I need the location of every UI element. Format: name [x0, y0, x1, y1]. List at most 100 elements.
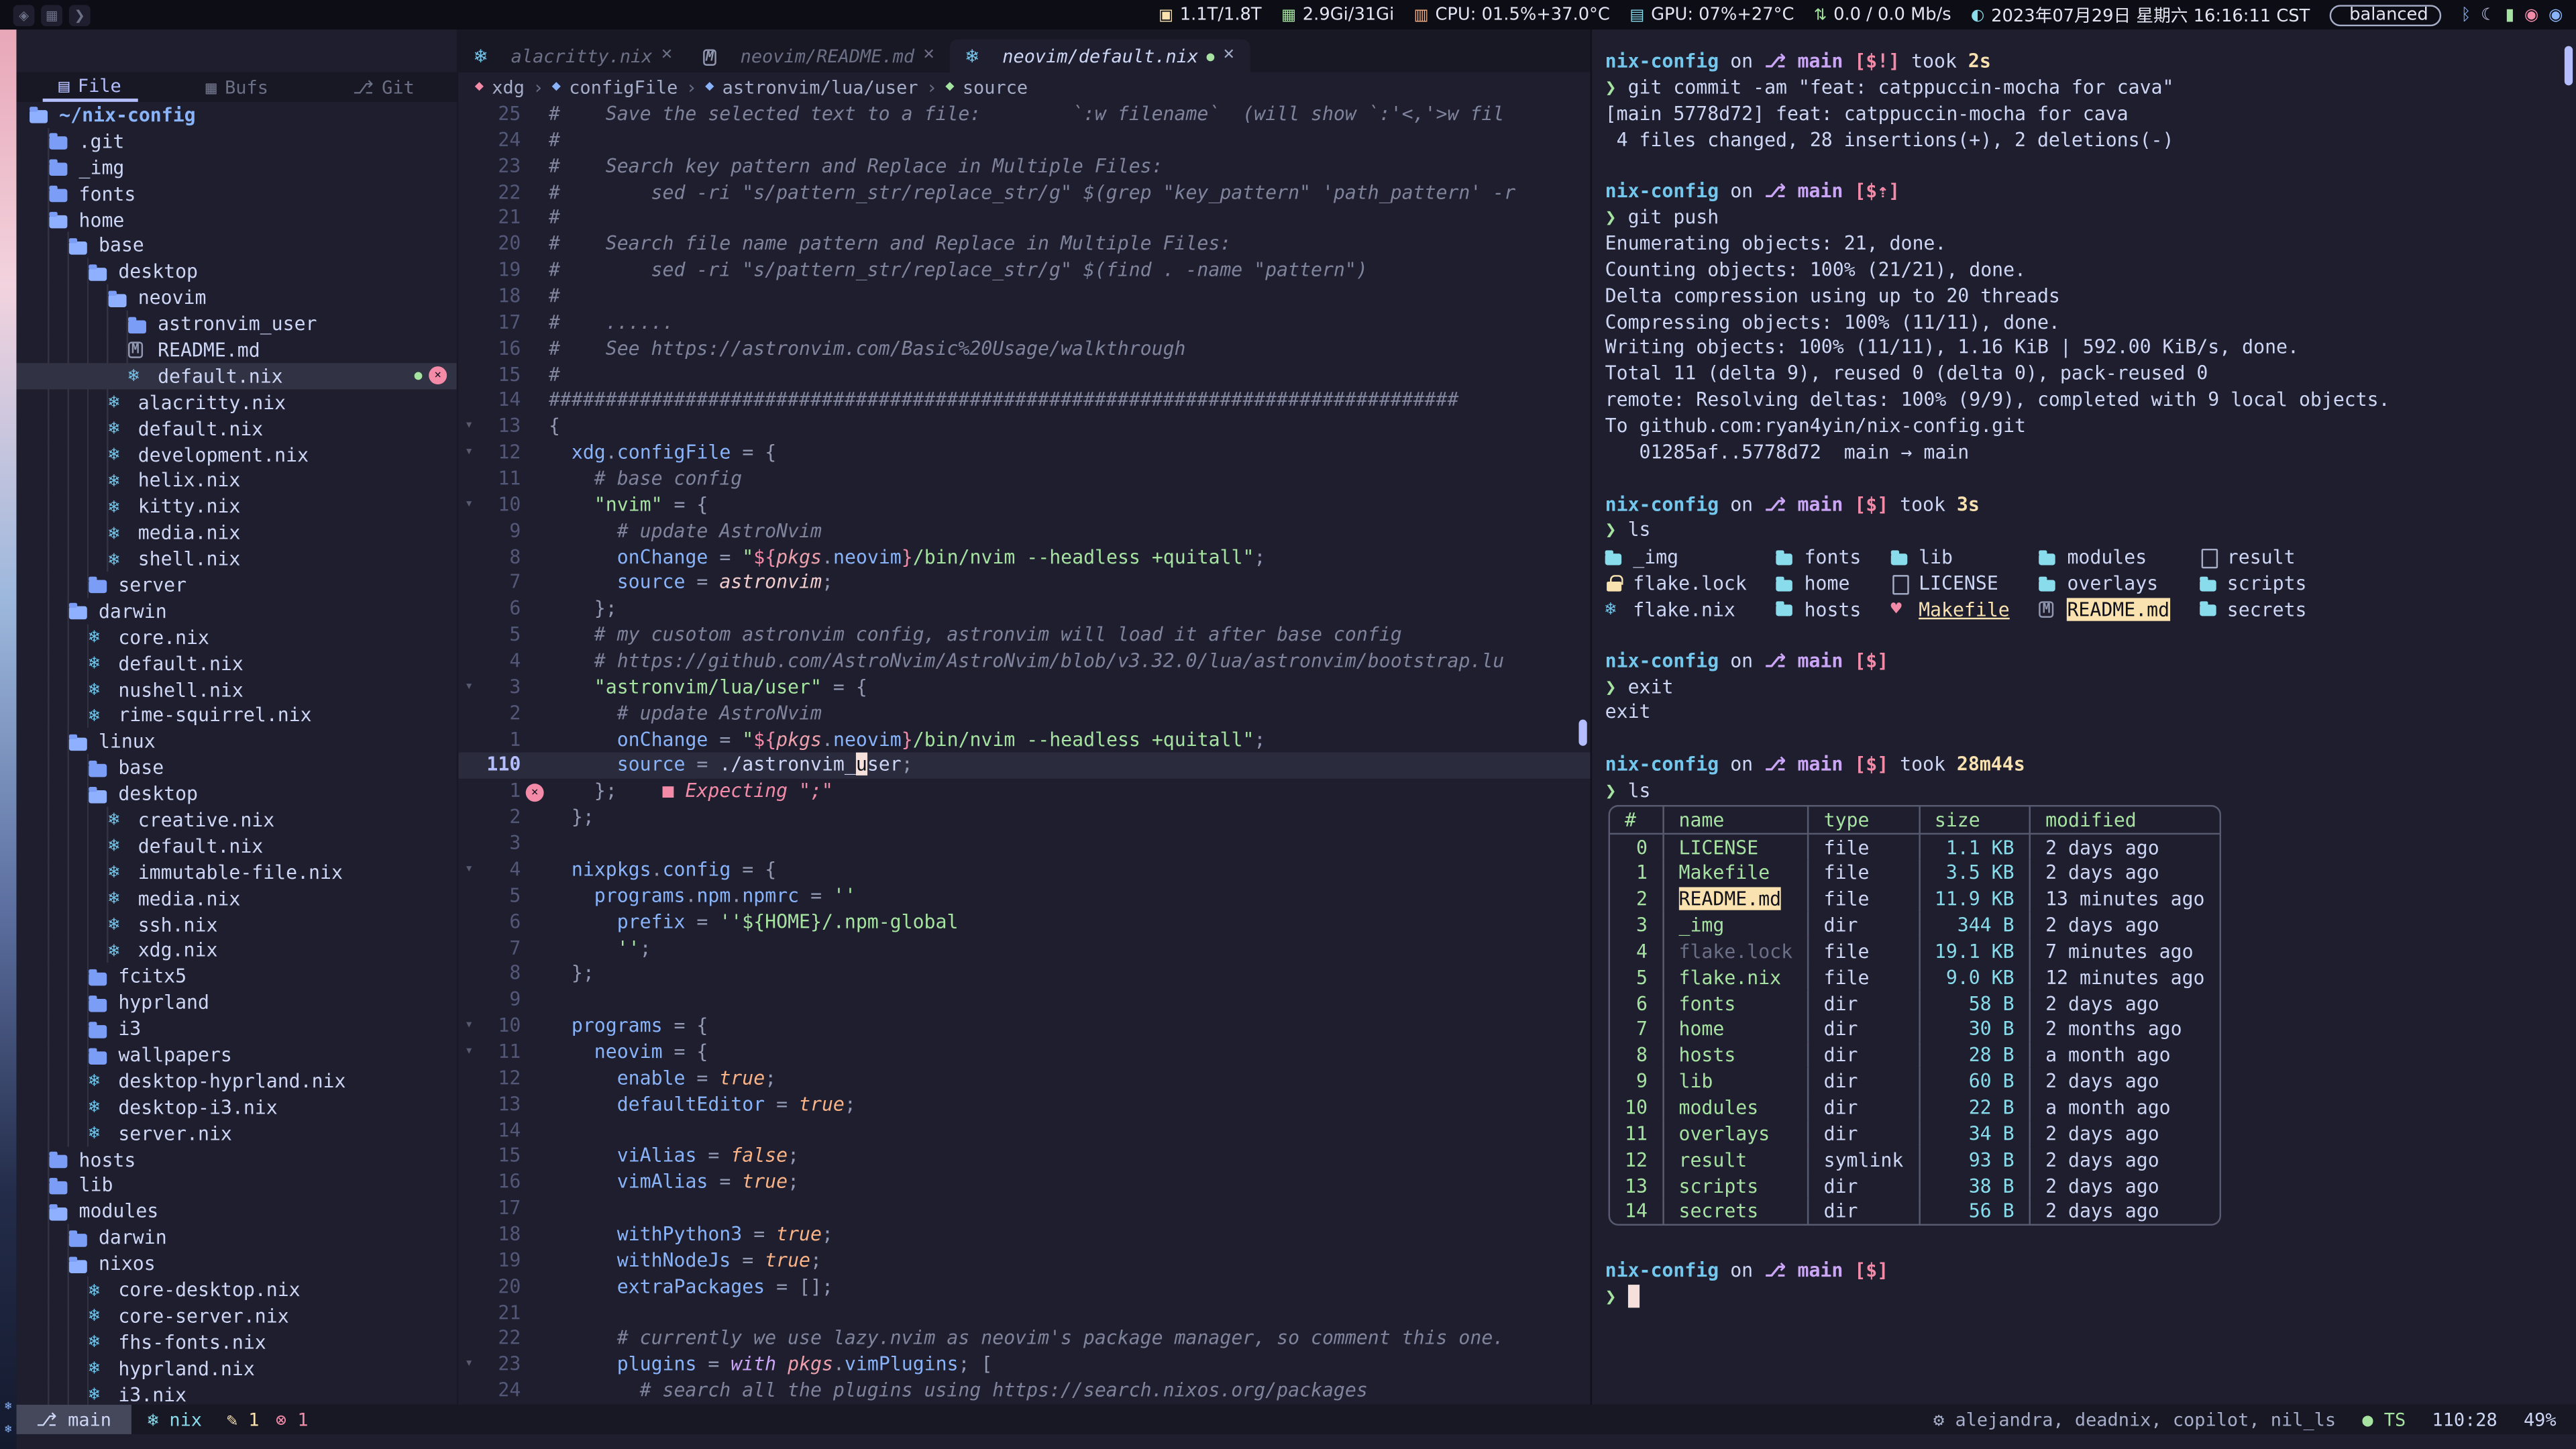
ls-entry[interactable]: flake.nix [1605, 596, 1747, 623]
tree-item[interactable]: README.md [16, 337, 456, 363]
editor-line[interactable]: ▾ 4 nixpkgs.config = { [458, 857, 1590, 883]
editor-line[interactable]: 4 # https://github.com/AstroNvim/AstroNv… [458, 649, 1590, 675]
editor-line[interactable]: 7 ''; [458, 936, 1590, 962]
tree-item[interactable]: lib [16, 1172, 456, 1198]
editor-line[interactable]: 22 # currently we use lazy.nvim as neovi… [458, 1326, 1590, 1352]
ls-entry[interactable]: modules [2039, 544, 2169, 570]
gpu-usage[interactable]: ▤ GPU: 07%+27°C [1629, 5, 1794, 24]
fold-marker[interactable] [458, 519, 480, 545]
ls-entry[interactable]: result [2199, 544, 2306, 570]
tree-item[interactable]: immutable-file.nix [16, 859, 456, 885]
tree-item[interactable]: nixos [16, 1250, 456, 1277]
editor-line[interactable]: 15 # [458, 362, 1590, 388]
fold-marker[interactable] [458, 388, 480, 415]
tree-item[interactable]: default.nix [16, 415, 456, 441]
editor-line[interactable]: 9 # update AstroNvim [458, 519, 1590, 545]
fold-marker[interactable]: ▾ [458, 492, 480, 519]
power-profile[interactable]: balanced [2330, 4, 2442, 25]
fold-marker[interactable]: ▾ [458, 1040, 480, 1066]
tree-item[interactable]: fcitx5 [16, 963, 456, 989]
ls-entry[interactable]: fonts [1776, 544, 1861, 570]
editor-line[interactable]: 20 extraPackages = []; [458, 1275, 1590, 1301]
tree-item[interactable]: desktop [16, 781, 456, 807]
tree-item[interactable]: media.nix [16, 885, 456, 911]
editor-line[interactable]: 17 # ...... [458, 311, 1590, 337]
editor-line[interactable]: 14 [458, 1118, 1590, 1144]
tree-item[interactable]: .git [16, 128, 456, 154]
editor-line[interactable]: 12 enable = true; [458, 1066, 1590, 1092]
editor-line[interactable]: 24 # search all the plugins using https:… [458, 1379, 1590, 1405]
tree-item[interactable]: base [16, 232, 456, 258]
editor-line[interactable]: 16 vimAlias = true; [458, 1170, 1590, 1196]
scroll-percent[interactable]: 49% [2510, 1405, 2576, 1434]
ls-entry[interactable]: overlays [2039, 570, 2169, 596]
ls-entry[interactable]: flake.lock [1605, 570, 1747, 596]
fold-marker[interactable] [458, 1170, 480, 1196]
fold-marker[interactable] [458, 311, 480, 337]
fold-marker[interactable] [458, 753, 480, 780]
tree-item[interactable]: wallpapers [16, 1042, 456, 1068]
editor-line[interactable]: ▾ 12 xdg.configFile = { [458, 441, 1590, 467]
tree-item[interactable]: home [16, 207, 456, 233]
editor-line[interactable]: ▾ 10 "nvim" = { [458, 492, 1590, 519]
explorer-tab[interactable]: ▤ File [42, 72, 138, 102]
ls-entry[interactable]: hosts [1776, 596, 1861, 623]
editor-line[interactable]: 18 # [458, 284, 1590, 311]
fold-marker[interactable] [458, 1092, 480, 1118]
tree-item[interactable]: server [16, 572, 456, 598]
tree-item[interactable]: darwin [16, 1224, 456, 1250]
fold-marker[interactable] [458, 258, 480, 284]
tree-item[interactable]: linux [16, 729, 456, 755]
fold-marker[interactable] [458, 831, 480, 857]
fold-marker[interactable] [458, 623, 480, 649]
editor-line[interactable]: 3 [458, 831, 1590, 857]
editor-line[interactable]: 19 withNodeJs = true; [458, 1248, 1590, 1275]
editor-line[interactable]: 9 [458, 987, 1590, 1014]
terminal-scrollbar-thumb[interactable] [2565, 46, 2573, 86]
fold-marker[interactable] [458, 284, 480, 311]
ls-entry[interactable]: LICENSE [1890, 570, 2009, 596]
editor-line[interactable]: 5 # my cusotom astronvim config, astronv… [458, 623, 1590, 649]
editor-line[interactable]: ▾ 3 "astronvim/lua/user" = { [458, 675, 1590, 701]
editor-line[interactable]: 6 }; [458, 597, 1590, 623]
ls-entry[interactable]: secrets [2199, 596, 2306, 623]
tree-item[interactable]: hyprland [16, 989, 456, 1016]
ls-entry[interactable]: _img [1605, 544, 1747, 570]
fold-marker[interactable] [458, 987, 480, 1014]
git-branch[interactable]: ⎇ main [16, 1405, 131, 1434]
terminal-button[interactable]: ❯ [69, 4, 91, 25]
ls-entry[interactable]: lib [1890, 544, 2009, 570]
tree-item[interactable]: shell.nix [16, 545, 456, 572]
editor-line[interactable]: ▾ 10 programs = { [458, 1014, 1590, 1040]
editor-line[interactable]: 14 #####################################… [458, 388, 1590, 415]
fold-marker[interactable] [458, 1326, 480, 1352]
ls-entry[interactable]: README.md [2039, 596, 2169, 623]
tab-close-button[interactable] [922, 48, 934, 64]
fold-marker[interactable] [458, 571, 480, 597]
editor-line[interactable]: 20 # Search file name pattern and Replac… [458, 232, 1590, 258]
tree-item[interactable]: i3.nix [16, 1381, 456, 1405]
editor-tab[interactable]: alacritty.nix [458, 40, 688, 72]
tree-item[interactable]: default.nix [16, 833, 456, 859]
fold-marker[interactable] [458, 128, 480, 154]
fold-marker[interactable] [458, 701, 480, 727]
launcher-button[interactable]: ◈ [13, 4, 35, 25]
tree-item[interactable]: _img [16, 154, 456, 180]
explorer-tab[interactable]: ▦ Bufs [189, 72, 284, 102]
fold-marker[interactable] [458, 154, 480, 180]
breadcrumb-item[interactable]: source [945, 76, 1028, 98]
editor-line[interactable]: 6 prefix = ''${HOME}/.npm-global [458, 910, 1590, 936]
tree-item[interactable]: xdg.nix [16, 937, 456, 963]
fold-marker[interactable] [458, 336, 480, 362]
editor-line[interactable]: 22 # sed -ri "s/pattern_str/replace_str/… [458, 180, 1590, 206]
tree-item[interactable]: fonts [16, 180, 456, 207]
bluetooth-icon[interactable]: ᛒ [2461, 6, 2471, 24]
fold-marker[interactable] [458, 1379, 480, 1405]
fold-marker[interactable] [458, 936, 480, 962]
terminal-pane[interactable]: nix-config on ⎇ main [$!] took 2s❯ git c… [1591, 30, 2576, 1405]
tree-item[interactable]: ~/nix-config [16, 102, 456, 128]
fold-marker[interactable] [458, 597, 480, 623]
editor-line[interactable]: 17 [458, 1196, 1590, 1222]
tab-close-button[interactable] [1223, 48, 1235, 64]
editor-line[interactable]: 24 # [458, 128, 1590, 154]
